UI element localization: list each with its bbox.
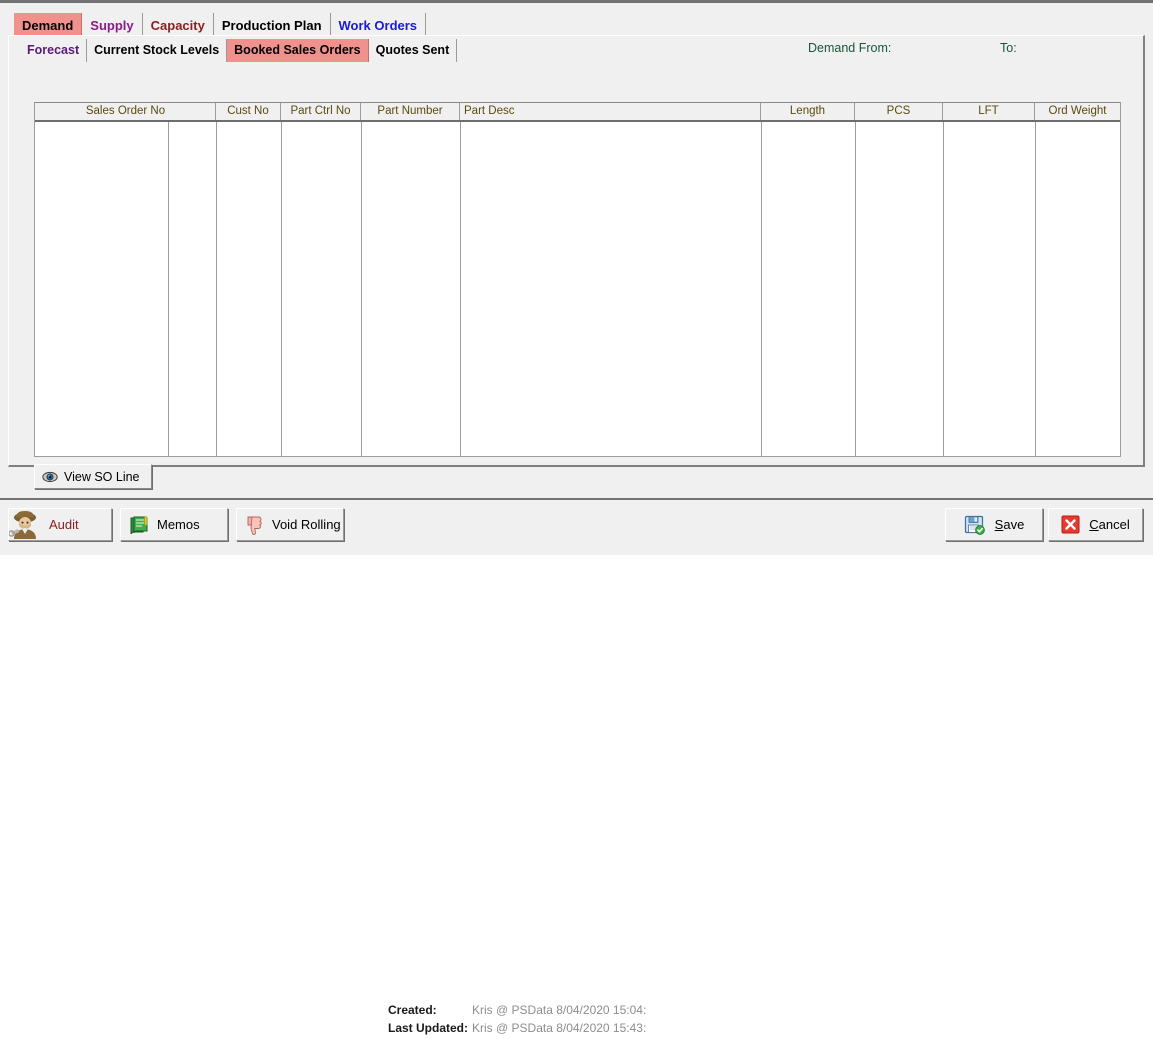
bottom-toolbar: Audit Memos Void Rolling Created: Kris @… bbox=[0, 498, 1153, 1035]
red-x-icon bbox=[1061, 515, 1080, 534]
column-header-cust-no[interactable]: Cust No bbox=[216, 103, 281, 120]
grid-column-divider bbox=[216, 122, 217, 456]
booked-sales-orders-grid[interactable]: Sales Order No Cust No Part Ctrl No Part… bbox=[34, 102, 1121, 457]
column-header-label: Part Number bbox=[377, 105, 443, 117]
column-header-part-ctrl-no[interactable]: Part Ctrl No bbox=[281, 103, 361, 120]
cancel-accel: C bbox=[1089, 517, 1099, 532]
void-rolling-label: Void Rolling bbox=[272, 517, 341, 532]
save-label-rest: ave bbox=[1003, 517, 1025, 532]
column-header-lft[interactable]: LFT bbox=[943, 103, 1035, 120]
column-header-label: Ord Weight bbox=[1048, 105, 1107, 117]
tab-demand-label: Demand bbox=[22, 17, 74, 33]
grid-column-divider bbox=[168, 122, 169, 456]
column-header-label: Sales Order No bbox=[85, 105, 166, 117]
grid-header-row: Sales Order No Cust No Part Ctrl No Part… bbox=[35, 103, 1120, 122]
demand-range-filter: Demand From: To: bbox=[800, 39, 1135, 59]
column-header-ord-weight[interactable]: Ord Weight bbox=[1035, 103, 1120, 120]
record-metadata: Created: Kris @ PSData 8/04/2020 15:04: … bbox=[388, 1003, 688, 1039]
subtab-booked-sales-orders-label: Booked Sales Orders bbox=[234, 43, 361, 58]
column-header-part-number[interactable]: Part Number bbox=[361, 103, 460, 120]
main-tab-strip: Demand Supply Capacity Production Plan W… bbox=[14, 13, 427, 37]
grid-column-divider bbox=[1035, 122, 1036, 456]
grid-column-divider bbox=[943, 122, 944, 456]
last-updated-value: Kris @ PSData 8/04/2020 15:43: bbox=[472, 1021, 647, 1035]
cancel-label-rest: ancel bbox=[1098, 517, 1130, 532]
tab-capacity-label: Capacity bbox=[150, 17, 205, 33]
memos-button[interactable]: Memos bbox=[120, 508, 228, 541]
save-button[interactable]: Save bbox=[945, 508, 1043, 541]
tab-demand[interactable]: Demand bbox=[14, 13, 83, 37]
subtab-forecast[interactable]: Forecast bbox=[20, 39, 88, 62]
cancel-label: Cancel bbox=[1089, 517, 1129, 532]
last-updated-row: Last Updated: Kris @ PSData 8/04/2020 15… bbox=[388, 1021, 688, 1039]
tab-capacity[interactable]: Capacity bbox=[143, 13, 214, 37]
view-so-line-label: View SO Line bbox=[64, 469, 140, 484]
column-header-label: PCS bbox=[886, 105, 911, 117]
tab-work-orders[interactable]: Work Orders bbox=[331, 13, 427, 37]
sub-tab-strip: Forecast Current Stock Levels Booked Sal… bbox=[20, 39, 458, 62]
demand-content-panel: Sales Order No Cust No Part Ctrl No Part… bbox=[8, 35, 1145, 489]
demand-to-label: To: bbox=[1000, 41, 1017, 55]
grid-body[interactable] bbox=[35, 122, 1120, 456]
column-header-label: LFT bbox=[978, 105, 999, 117]
column-header-pcs[interactable]: PCS bbox=[855, 103, 943, 120]
column-header-label: Part Desc bbox=[464, 105, 515, 117]
subtab-forecast-label: Forecast bbox=[27, 43, 80, 58]
tab-work-orders-label: Work Orders bbox=[338, 17, 418, 33]
application-window: Demand Supply Capacity Production Plan W… bbox=[0, 0, 1153, 1035]
void-rolling-button[interactable]: Void Rolling bbox=[236, 508, 344, 541]
subtab-current-stock-levels[interactable]: Current Stock Levels bbox=[87, 39, 228, 62]
grid-column-divider bbox=[460, 122, 461, 456]
subtab-quotes-sent-label: Quotes Sent bbox=[375, 43, 450, 58]
audit-button[interactable]: Audit bbox=[8, 508, 112, 541]
created-label: Created: bbox=[388, 1003, 437, 1017]
created-value: Kris @ PSData 8/04/2020 15:04: bbox=[472, 1003, 647, 1017]
grid-column-divider bbox=[761, 122, 762, 456]
audit-label: Audit bbox=[49, 517, 79, 532]
column-header-part-desc[interactable]: Part Desc bbox=[460, 103, 761, 120]
tab-production-plan[interactable]: Production Plan bbox=[214, 13, 331, 37]
subtab-quotes-sent[interactable]: Quotes Sent bbox=[369, 39, 458, 62]
created-row: Created: Kris @ PSData 8/04/2020 15:04: bbox=[388, 1003, 688, 1021]
grid-column-divider bbox=[361, 122, 362, 456]
eye-icon bbox=[42, 471, 58, 482]
tab-production-plan-label: Production Plan bbox=[221, 17, 322, 33]
memos-label: Memos bbox=[157, 517, 200, 532]
column-header-label: Length bbox=[789, 105, 826, 117]
grid-column-divider bbox=[855, 122, 856, 456]
tab-supply-label: Supply bbox=[90, 17, 134, 33]
last-updated-label: Last Updated: bbox=[388, 1021, 469, 1035]
detective-icon bbox=[9, 511, 36, 539]
grid-column-divider bbox=[281, 122, 282, 456]
book-icon bbox=[130, 516, 148, 534]
subtab-booked-sales-orders[interactable]: Booked Sales Orders bbox=[227, 39, 369, 62]
cancel-button[interactable]: Cancel bbox=[1048, 508, 1143, 541]
save-label: Save bbox=[995, 517, 1025, 532]
floppy-disk-icon bbox=[964, 515, 985, 535]
demand-from-label: Demand From: bbox=[808, 41, 892, 55]
view-so-line-button[interactable]: View SO Line bbox=[34, 464, 152, 489]
column-header-length[interactable]: Length bbox=[761, 103, 855, 120]
subtab-current-stock-levels-label: Current Stock Levels bbox=[94, 43, 220, 58]
column-header-label: Part Ctrl No bbox=[290, 105, 351, 117]
column-header-sales-order-no[interactable]: Sales Order No bbox=[36, 103, 216, 120]
thumbs-down-icon bbox=[247, 516, 262, 535]
column-header-label: Cust No bbox=[227, 105, 269, 117]
tab-supply[interactable]: Supply bbox=[82, 13, 143, 37]
